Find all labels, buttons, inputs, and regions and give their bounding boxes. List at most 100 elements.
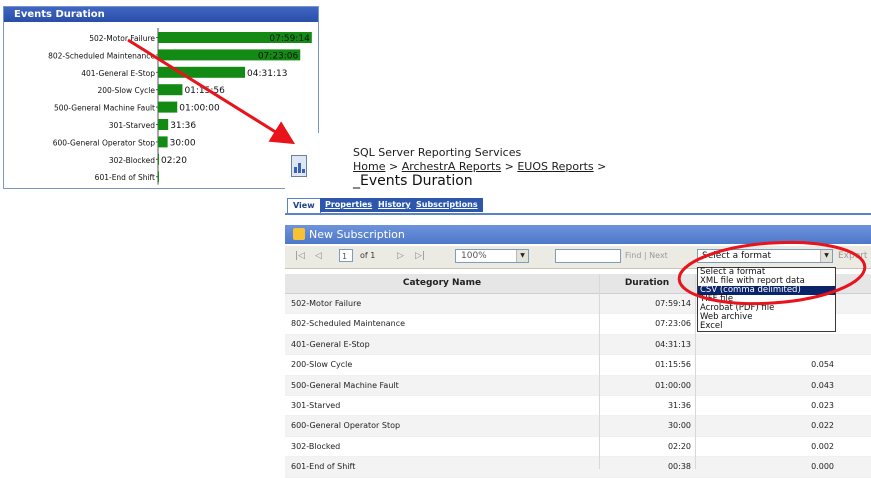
export-format-dropdown: Select a format XML file with report data… bbox=[697, 267, 836, 332]
previous-page-icon[interactable]: ◁ bbox=[315, 251, 322, 261]
next-page-icon[interactable]: ▷ bbox=[397, 251, 404, 261]
tab-properties[interactable]: Properties bbox=[320, 198, 378, 212]
duration-cell: 00:38 bbox=[667, 462, 691, 472]
table-row: 600-General Operator Stop 30:00 0.022 bbox=[285, 416, 871, 437]
tab-subscriptions[interactable]: Subscriptions bbox=[411, 198, 483, 212]
chart-category-label: 802-Scheduled Maintenance bbox=[48, 51, 155, 60]
category-name-cell: 601-End of Shift bbox=[291, 462, 356, 472]
chart-data-label: 31:36 bbox=[170, 121, 196, 131]
category-name-cell: 600-General Operator Stop bbox=[291, 421, 401, 431]
chart-data-label: 07:59:14 bbox=[269, 34, 310, 44]
chart-category-label: 600-General Operator Stop bbox=[53, 138, 155, 147]
breadcrumb-separator: > bbox=[504, 160, 514, 173]
chart-data-label: 01:00:00 bbox=[179, 104, 220, 114]
breadcrumb-euos-link[interactable]: EUOS Reports bbox=[517, 160, 593, 173]
category-name-cell: 502-Motor Failure bbox=[291, 299, 362, 308]
duration-cell: 30:00 bbox=[667, 421, 691, 431]
ratio-cell: 0.002 bbox=[811, 441, 834, 451]
chart-category-label: 401-General E-Stop bbox=[81, 69, 155, 78]
breadcrumb-archestra-link[interactable]: ArchestrA Reports bbox=[402, 160, 501, 173]
chart-data-label: 02:20 bbox=[161, 156, 187, 166]
ratio-cell: 0.043 bbox=[811, 380, 834, 390]
service-title: SQL Server Reporting Services bbox=[353, 146, 522, 159]
table-row: 500-General Machine Fault 01:00:00 0.043 bbox=[285, 375, 871, 396]
breadcrumb-separator: > bbox=[597, 160, 607, 173]
chart-bar bbox=[158, 66, 246, 78]
events-duration-chart-panel: Events Duration 502-Motor Failure 07:59:1… bbox=[3, 6, 319, 189]
report-icon bbox=[291, 155, 307, 177]
export-link[interactable]: Export bbox=[838, 251, 867, 261]
ratio-cell: 0.022 bbox=[811, 421, 834, 431]
breadcrumb-home-link[interactable]: Home bbox=[353, 160, 385, 173]
chart-bar bbox=[158, 136, 168, 148]
category-name-cell: 302-Blocked bbox=[291, 441, 341, 451]
chart-bar bbox=[158, 84, 183, 96]
table-row: 601-End of Shift 00:38 0.000 bbox=[285, 457, 871, 478]
category-name-cell: 401-General E-Stop bbox=[291, 339, 370, 349]
chevron-down-icon[interactable]: ▼ bbox=[516, 250, 528, 262]
table-row: 401-General E-Stop 04:31:13 bbox=[285, 334, 871, 356]
duration-cell: 02:20 bbox=[667, 441, 691, 451]
chart-bar bbox=[158, 153, 159, 165]
page-count-label: of 1 bbox=[360, 251, 376, 260]
chart-category-label: 302-Blocked bbox=[109, 156, 155, 165]
chart-category-label: 200-Slow Cycle bbox=[98, 86, 156, 95]
chart-data-label: 01:15:56 bbox=[184, 86, 225, 96]
chart-title: Events Duration bbox=[4, 7, 318, 22]
ratio-cell: 0.000 bbox=[811, 462, 834, 472]
zoom-select[interactable]: 100% ▼ bbox=[455, 249, 529, 263]
duration-cell: 04:31:13 bbox=[655, 339, 691, 349]
new-subscription-icon bbox=[293, 228, 305, 240]
ssrs-header: SQL Server Reporting Services Home > Arc… bbox=[285, 133, 871, 191]
export-format-value: Select a format bbox=[702, 251, 772, 261]
category-name-cell: 301-Starved bbox=[291, 400, 341, 410]
chart-bar bbox=[158, 171, 159, 183]
chart-data-label: 04:31:13 bbox=[247, 69, 287, 79]
page-number-input[interactable]: 1 bbox=[339, 249, 353, 262]
ratio-cell: 0.023 bbox=[811, 400, 834, 410]
chart-bar bbox=[158, 101, 178, 113]
find-input[interactable] bbox=[555, 249, 621, 263]
chart-data-label: 07:23:06 bbox=[258, 51, 299, 61]
first-page-icon[interactable]: |◁ bbox=[295, 251, 305, 261]
table-row: 200-Slow Cycle 01:15:56 0.054 bbox=[285, 355, 871, 376]
chevron-down-icon[interactable]: ▼ bbox=[820, 250, 832, 262]
breadcrumb-separator: > bbox=[388, 160, 399, 173]
duration-cell: 31:36 bbox=[667, 400, 691, 410]
chart-bar bbox=[158, 119, 169, 130]
report-toolbar: |◁ ◁ 1 of 1 ▷ ▷| 100% ▼ Find | Next Sele… bbox=[285, 246, 871, 269]
zoom-value: 100% bbox=[461, 251, 487, 261]
duration-cell: 01:15:56 bbox=[655, 360, 691, 370]
report-name: _Events Duration bbox=[353, 173, 473, 189]
format-option[interactable]: Excel bbox=[698, 322, 835, 331]
export-format-select[interactable]: Select a format ▼ bbox=[697, 249, 833, 263]
duration-cell: 07:59:14 bbox=[655, 299, 691, 308]
ratio-cell: 0.054 bbox=[811, 360, 834, 370]
chart-data-label: 30:00 bbox=[170, 138, 196, 148]
tab-strip: View Properties History Subscriptions bbox=[285, 196, 871, 215]
duration-cell: 01:00:00 bbox=[655, 380, 691, 390]
events-duration-chart: 502-Motor Failure 07:59:14 802-Scheduled M… bbox=[48, 28, 312, 185]
chart-category-label: 502-Motor Failure bbox=[89, 34, 155, 43]
table-row: 301-Starved 31:36 0.023 bbox=[285, 396, 871, 417]
new-subscription-link[interactable]: New Subscription bbox=[309, 225, 405, 244]
subscription-bar: New Subscription bbox=[285, 225, 871, 244]
tab-view[interactable]: View bbox=[287, 198, 321, 213]
find-next-label[interactable]: Find | Next bbox=[625, 251, 668, 260]
category-name-cell: 500-General Machine Fault bbox=[291, 380, 399, 390]
next-link[interactable]: Next bbox=[649, 251, 668, 260]
chart-category-label: 500-General Machine Fault bbox=[54, 104, 155, 113]
column-header-category: Category Name bbox=[285, 274, 600, 293]
chart-category-label: 301-Starved bbox=[109, 121, 155, 130]
tab-history[interactable]: History bbox=[373, 198, 416, 212]
breadcrumb: Home > ArchestrA Reports > EUOS Reports … bbox=[353, 160, 606, 173]
table-row: 302-Blocked 02:20 0.002 bbox=[285, 437, 871, 458]
chart-category-label: 601-End of Shift bbox=[95, 173, 155, 182]
column-header-duration: Duration bbox=[624, 278, 670, 288]
last-page-icon[interactable]: ▷| bbox=[415, 251, 425, 261]
category-name-cell: 200-Slow Cycle bbox=[291, 360, 353, 370]
duration-cell: 07:23:06 bbox=[655, 319, 691, 329]
report-window: SQL Server Reporting Services Home > Arc… bbox=[285, 133, 871, 478]
category-name-cell: 802-Scheduled Maintenance bbox=[291, 319, 406, 329]
find-link[interactable]: Find bbox=[625, 251, 641, 260]
